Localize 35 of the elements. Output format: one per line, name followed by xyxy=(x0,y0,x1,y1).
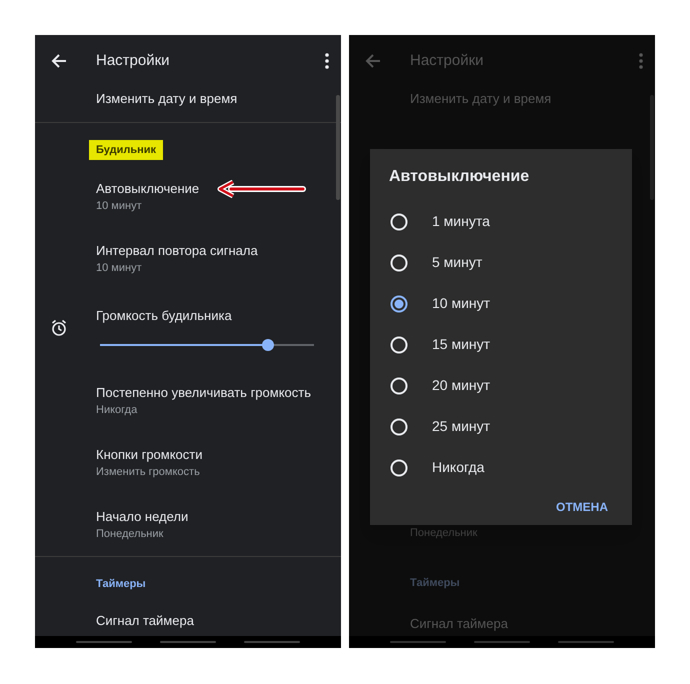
radio-option[interactable]: 15 минут xyxy=(370,324,632,365)
settings-item[interactable]: Изменить дату и время xyxy=(96,87,238,111)
setting-label: Громкость будильника xyxy=(96,307,232,325)
navigation-handle[interactable] xyxy=(558,641,614,643)
settings-item: Сигнал таймера xyxy=(409,615,509,633)
slider[interactable] xyxy=(100,339,314,351)
settings-item[interactable]: Сигнал таймера xyxy=(96,612,194,630)
radio-option[interactable]: 1 минута xyxy=(370,201,632,242)
navigation-handle[interactable] xyxy=(474,641,530,643)
dialog-title: Автовыключение xyxy=(388,167,530,187)
navigation-handle[interactable] xyxy=(244,641,300,643)
section-header: Будильник xyxy=(89,140,164,160)
screen-title: Настройки xyxy=(96,50,171,71)
navigation-handle[interactable] xyxy=(390,641,446,643)
settings-item[interactable]: Автовыключение 10 минут xyxy=(35,166,341,228)
radio-option[interactable]: Никогда xyxy=(370,447,632,488)
screen-title: Настройки xyxy=(410,50,485,71)
radio-option[interactable]: 20 минут xyxy=(370,365,632,406)
section-header: Таймеры xyxy=(410,576,460,591)
navigation-handle[interactable] xyxy=(76,641,132,643)
more-options-icon[interactable] xyxy=(325,53,329,69)
section-header: Таймеры xyxy=(96,577,146,592)
settings-item[interactable]: Интервал повтора сигнала 10 минут xyxy=(35,228,341,290)
settings-item[interactable]: Кнопки громкости Изменить громкость xyxy=(35,432,341,494)
radio-button[interactable] xyxy=(390,294,408,312)
navigation-handle[interactable] xyxy=(160,641,216,643)
radio-option[interactable]: 10 минут xyxy=(370,283,632,324)
alarm-clock-icon xyxy=(50,319,68,337)
cancel-button[interactable]: ОТМЕНА xyxy=(552,492,612,522)
slider-thumb[interactable] xyxy=(262,339,274,351)
radio-option[interactable]: 25 минут xyxy=(370,406,632,447)
settings-item[interactable]: Начало недели Понедельник xyxy=(35,494,341,556)
radio-option[interactable]: 5 минут xyxy=(370,242,632,283)
settings-item: Изменить дату и время xyxy=(409,90,552,108)
settings-item[interactable]: Постепенно увеличивать громкость Никогда xyxy=(35,370,341,432)
